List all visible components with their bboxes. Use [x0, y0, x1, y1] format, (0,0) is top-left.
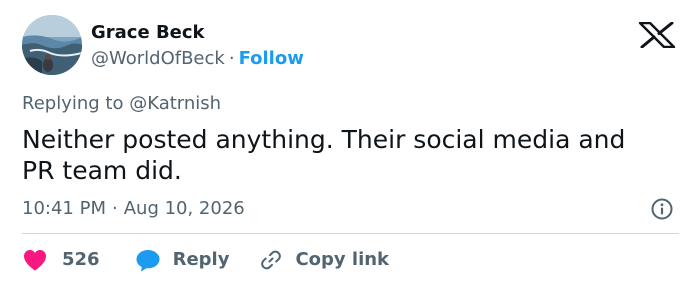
replying-to-label[interactable]: Replying to @Katrnish	[22, 93, 221, 115]
author-handle[interactable]: @WorldOfBeck	[91, 48, 225, 69]
tweet-text: Neither posted anything. Their social me…	[22, 125, 626, 185]
handle-separator: ·	[228, 48, 235, 69]
heart-icon	[24, 250, 46, 271]
author-name[interactable]: Grace Beck	[91, 22, 205, 44]
copy-link-button[interactable]: Copy link	[259, 248, 389, 272]
like-button[interactable]: 526	[22, 248, 100, 272]
copy-link-label: Copy link	[295, 249, 390, 270]
timestamp-separator: ·	[111, 198, 118, 219]
tweet-actions: 526 Reply Copy link	[22, 248, 389, 272]
tweet-timestamp[interactable]: 10:41 PM · Aug 10, 2026	[22, 198, 245, 220]
tweet-card: Grace Beck @WorldOfBeck · Follow Replying …	[0, 0, 700, 287]
author-meta-row: @WorldOfBeck · Follow	[91, 48, 304, 70]
actions-divider	[22, 233, 679, 234]
reply-button[interactable]: Reply	[135, 248, 230, 272]
link-icon	[261, 250, 282, 270]
like-count: 526	[62, 249, 100, 270]
reply-label: Reply	[172, 249, 230, 270]
info-icon[interactable]	[651, 198, 673, 220]
x-logo-icon[interactable]	[636, 22, 678, 48]
author-avatar[interactable]	[22, 15, 82, 75]
follow-button[interactable]: Follow	[239, 48, 304, 69]
tweet-time: 10:41 PM	[22, 198, 106, 219]
speech-bubble-icon	[136, 250, 160, 272]
avatar-photo	[22, 15, 82, 75]
tweet-date: Aug 10, 2026	[123, 198, 245, 219]
